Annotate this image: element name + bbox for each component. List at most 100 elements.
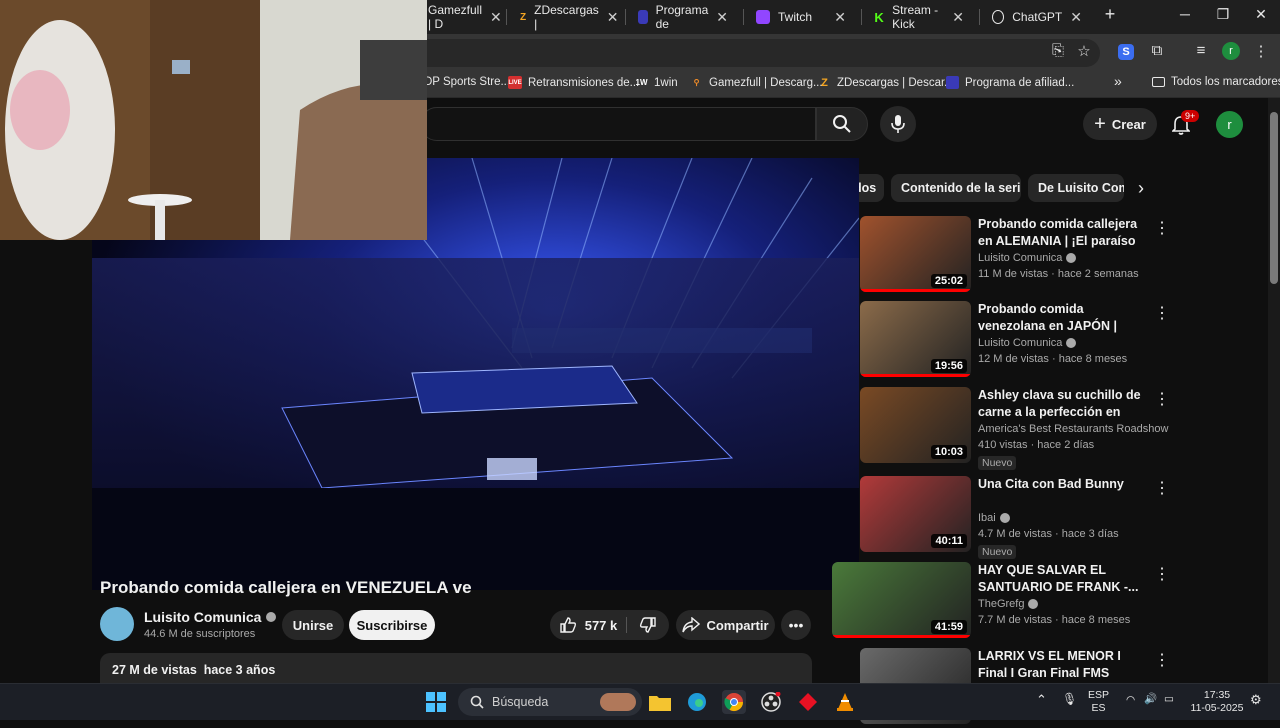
upload-age: hace 3 años bbox=[203, 663, 276, 677]
close-icon[interactable]: ✕ bbox=[607, 9, 619, 26]
more-vertical-icon[interactable]: ⋮ bbox=[1154, 564, 1170, 584]
bookmarks-overflow-button[interactable]: » bbox=[1114, 73, 1122, 89]
vlc-player-icon[interactable] bbox=[833, 690, 857, 714]
microphone-icon[interactable]: 🎙 bbox=[1062, 693, 1077, 706]
maximize-button[interactable]: ❐ bbox=[1208, 6, 1238, 23]
bookmark-label: 1win bbox=[654, 76, 678, 89]
channel-name[interactable]: Luisito Comunica bbox=[978, 337, 1077, 349]
channel-name[interactable]: America's Best Restaurants Roadshow bbox=[978, 423, 1168, 435]
start-button[interactable] bbox=[424, 690, 448, 714]
more-vertical-icon[interactable]: ⋮ bbox=[1154, 389, 1170, 409]
language-indicator[interactable]: ESP ES bbox=[1088, 689, 1109, 715]
red-diamond-app-icon[interactable] bbox=[796, 690, 820, 714]
tab-programa[interactable]: Programa de ✕ bbox=[628, 3, 738, 31]
join-button[interactable]: Unirse bbox=[282, 610, 344, 640]
channel-name-label: Luisito Comunica bbox=[144, 609, 262, 625]
video-title[interactable]: LARRIX VS EL MENOR I Final I Gran Final … bbox=[978, 648, 1150, 682]
video-thumbnail[interactable]: 19:56 bbox=[860, 301, 971, 377]
search-button[interactable] bbox=[816, 107, 868, 141]
share-label: Compartir bbox=[706, 617, 769, 633]
close-icon[interactable]: ✕ bbox=[1070, 9, 1082, 26]
clock[interactable]: 17:35 11-05-2025 bbox=[1188, 689, 1246, 715]
more-vertical-icon[interactable]: ⋮ bbox=[1154, 218, 1170, 238]
bookmark-star-icon[interactable]: ☆ bbox=[1073, 42, 1095, 60]
file-explorer-icon[interactable] bbox=[648, 690, 672, 714]
chevron-right-icon[interactable]: › bbox=[1138, 178, 1144, 199]
share-button[interactable]: Compartir bbox=[676, 610, 775, 640]
minimize-button[interactable]: ─ bbox=[1170, 6, 1200, 22]
bookmark-item[interactable]: 1W 1win bbox=[635, 76, 678, 89]
more-vertical-icon[interactable]: ⋮ bbox=[1154, 478, 1170, 498]
clock-date: 11-05-2025 bbox=[1190, 702, 1244, 714]
video-duration: 41:59 bbox=[930, 620, 967, 634]
tab-gamezfull[interactable]: Gamezfull | D ✕ bbox=[418, 3, 510, 31]
recommendation-item[interactable]: 25:02 Probando comida callejera en ALEMAN… bbox=[832, 216, 1262, 296]
tab-zdescargas[interactable]: Z ZDescargas | ✕ bbox=[510, 3, 620, 31]
chrome-browser-icon[interactable] bbox=[722, 690, 746, 714]
edge-browser-icon[interactable] bbox=[685, 690, 709, 714]
tab-twitch[interactable]: Twitch ✕ bbox=[746, 4, 856, 30]
video-title[interactable]: Una Cita con Bad Bunny bbox=[978, 476, 1150, 493]
recommendation-item[interactable]: 19:56 Probando comida venezolana en JAPÓN… bbox=[832, 301, 1262, 381]
tab-chatgpt[interactable]: ChatGPT ✕ bbox=[982, 4, 1092, 30]
video-title[interactable]: Ashley clava su cuchillo de carne a la p… bbox=[978, 387, 1150, 421]
tab-separator bbox=[743, 9, 744, 25]
close-window-button[interactable]: ✕ bbox=[1246, 6, 1276, 23]
extension-s-icon[interactable]: S bbox=[1115, 42, 1137, 60]
extensions-puzzle-icon[interactable]: ⧉ bbox=[1146, 42, 1168, 59]
taskbar-search[interactable]: Búsqueda bbox=[458, 688, 642, 716]
chrome-menu-icon[interactable]: ⋮ bbox=[1250, 42, 1272, 60]
new-tab-button[interactable]: + bbox=[1095, 4, 1125, 25]
channel-name[interactable]: Ibai bbox=[978, 512, 1010, 524]
channel-avatar[interactable] bbox=[100, 607, 134, 641]
account-avatar[interactable]: r bbox=[1216, 111, 1243, 138]
video-title[interactable]: HAY QUE SALVAR EL SANTUARIO DE FRANK -..… bbox=[978, 562, 1150, 596]
close-icon[interactable]: ✕ bbox=[834, 9, 846, 26]
channel-name[interactable]: Luisito Comunica bbox=[144, 609, 277, 625]
wifi-icon[interactable]: ◠ bbox=[1126, 694, 1135, 707]
description-box[interactable]: 27 M de vistas hace 3 años bbox=[100, 653, 812, 683]
bookmark-item[interactable]: Programa de afiliad... bbox=[946, 76, 1074, 89]
dislike-button[interactable] bbox=[627, 610, 669, 640]
bookmark-item[interactable]: LIVE Retransmisiones de... bbox=[508, 76, 639, 89]
video-title[interactable]: Probando comida callejera en ALEMANIA | … bbox=[978, 216, 1150, 250]
close-icon[interactable]: ✕ bbox=[716, 9, 728, 26]
recommendation-item[interactable]: 40:11 Una Cita con Bad Bunny Ibai 4.7 M de … bbox=[832, 476, 1262, 559]
channel-name[interactable]: Luisito Comunica bbox=[978, 252, 1077, 264]
video-meta: 7.7 M de vistas · hace 8 meses bbox=[978, 614, 1131, 626]
subscribe-button[interactable]: Suscribirse bbox=[349, 610, 435, 640]
video-thumbnail[interactable]: 41:59 bbox=[832, 562, 971, 638]
voice-search-button[interactable] bbox=[880, 106, 916, 142]
video-thumbnail[interactable]: 10:03 bbox=[860, 387, 971, 463]
media-control-icon[interactable]: ≡ bbox=[1190, 42, 1212, 59]
video-thumbnail[interactable]: 25:02 bbox=[860, 216, 971, 292]
more-actions-button[interactable]: ••• bbox=[781, 610, 811, 640]
recommendation-item[interactable]: 10:03 Ashley clava su cuchillo de carne a… bbox=[832, 387, 1262, 470]
search-input[interactable] bbox=[420, 107, 816, 141]
close-icon[interactable]: ✕ bbox=[952, 9, 964, 26]
video-title[interactable]: Probando comida venezolana en JAPÓN | ¿A… bbox=[978, 301, 1150, 335]
notification-center-icon[interactable]: ⚙ bbox=[1250, 693, 1262, 706]
create-button[interactable]: + Crear bbox=[1083, 108, 1157, 140]
more-vertical-icon[interactable]: ⋮ bbox=[1154, 650, 1170, 670]
volume-icon[interactable]: 🔊 bbox=[1144, 693, 1157, 706]
close-icon[interactable]: ✕ bbox=[490, 9, 502, 26]
obs-studio-icon[interactable] bbox=[759, 690, 783, 714]
chevron-up-icon[interactable]: ⌃ bbox=[1036, 693, 1047, 706]
profile-avatar[interactable]: r bbox=[1220, 41, 1242, 60]
bookmark-item[interactable]: DP Sports Stre... bbox=[424, 76, 510, 88]
chip-series[interactable]: Contenido de la serie bbox=[891, 174, 1021, 202]
channel-name[interactable]: TheGrefg bbox=[978, 598, 1039, 610]
bookmark-item[interactable]: Z ZDescargas | Descar... bbox=[818, 76, 954, 89]
install-app-icon[interactable]: ⎘ bbox=[1047, 42, 1069, 59]
video-thumbnail[interactable]: 40:11 bbox=[860, 476, 971, 552]
like-button[interactable]: 577 k bbox=[550, 610, 626, 640]
more-vertical-icon[interactable]: ⋮ bbox=[1154, 303, 1170, 323]
bookmark-item[interactable]: ⚲ Gamezfull | Descarg... bbox=[690, 76, 823, 89]
tab-kick[interactable]: K Stream - Kick ✕ bbox=[864, 3, 974, 31]
scrollbar-thumb[interactable] bbox=[1270, 112, 1278, 284]
battery-icon[interactable]: ▭ bbox=[1164, 693, 1174, 706]
recommendation-item[interactable]: 41:59 HAY QUE SALVAR EL SANTUARIO DE FRAN… bbox=[832, 562, 1262, 642]
chip-from-channel[interactable]: De Luisito Comu bbox=[1028, 174, 1124, 202]
all-bookmarks-folder[interactable]: Todos los marcadores bbox=[1152, 76, 1280, 88]
